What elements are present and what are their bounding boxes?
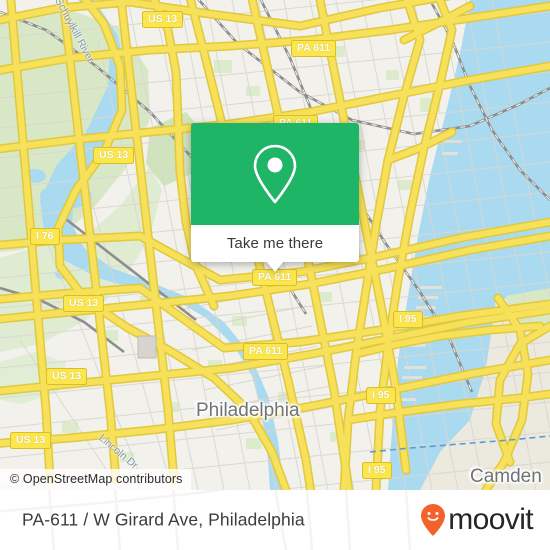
road-shield-i76[interactable]: I 76: [30, 228, 60, 246]
callout-tail: [266, 261, 284, 272]
map-attribution[interactable]: © OpenStreetMap contributors: [0, 469, 191, 490]
map-canvas[interactable]: US 13 PA 611 PA 611 US 13 I 76 PA 611 US…: [0, 0, 550, 490]
road-shield-pa611[interactable]: PA 611: [243, 343, 289, 361]
road-shield-pa611[interactable]: PA 611: [291, 40, 337, 58]
location-pin-outline-icon: [253, 144, 297, 204]
bottom-info-bar: PA-611 / W Girard Ave, Philadelphia moov…: [0, 490, 550, 550]
road-shield-i95[interactable]: I 95: [362, 462, 392, 480]
road-shield-us13[interactable]: US 13: [142, 11, 184, 29]
road-shield-i95[interactable]: I 95: [393, 311, 423, 329]
take-me-there-label: Take me there: [226, 235, 324, 252]
city-label-philadelphia: Philadelphia: [196, 400, 300, 421]
moovit-smiley-pin-icon: [421, 504, 446, 536]
road-shield-i95[interactable]: I 95: [366, 387, 396, 405]
callout-pin-panel: [191, 123, 359, 225]
road-shield-us13[interactable]: US 13: [93, 147, 135, 165]
place-title: PA-611 / W Girard Ave, Philadelphia: [22, 509, 305, 530]
road-shield-us13[interactable]: US 13: [10, 432, 52, 450]
location-callout-card[interactable]: Take me there: [191, 123, 359, 272]
road-shield-us13[interactable]: US 13: [46, 368, 88, 386]
city-label-camden: Camden: [470, 466, 542, 487]
take-me-there-button[interactable]: Take me there: [191, 225, 359, 262]
moovit-logo[interactable]: moovit: [420, 503, 534, 537]
moovit-wordmark: moovit: [448, 503, 533, 536]
road-shield-us13[interactable]: US 13: [63, 295, 105, 313]
